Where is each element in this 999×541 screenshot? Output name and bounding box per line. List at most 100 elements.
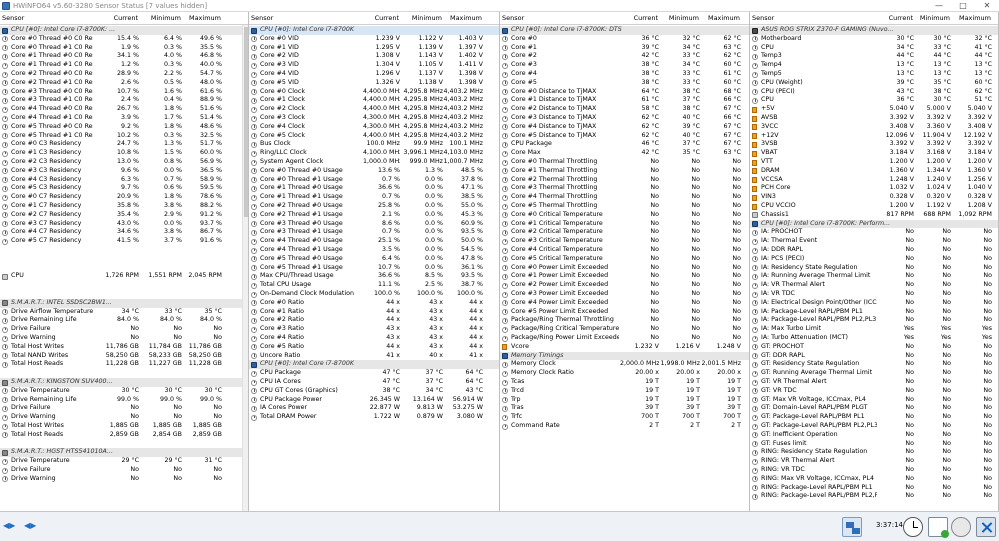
sensor-row[interactable]: GT: DDR RAPL No No No: [750, 352, 998, 361]
sensor-row[interactable]: Core #0 Critical Temperature No No No: [500, 211, 749, 220]
sensor-row[interactable]: 3VSB 3.392 V 3.392 V 3.392 V: [750, 140, 998, 149]
sensor-row[interactable]: Core #3 C3 Residency 9.6 % 0.0 % 36.5 %: [0, 167, 248, 176]
sensor-row[interactable]: Core #3 C7 Residency 43.0 % 0.0 % 93.7 %: [0, 220, 248, 229]
sensor-row[interactable]: Core #2 VID 1.308 V 1.143 V 1.402 V: [249, 52, 499, 61]
sensor-row[interactable]: Uncore Ratio 41 x 40 x 41 x: [249, 352, 499, 361]
sensor-row[interactable]: GT: Max VR Voltage, ICCmax, PL4 No No No: [750, 396, 998, 405]
column-header-minimum[interactable]: Minimum: [412, 12, 442, 25]
sensor-row[interactable]: CPU IA Cores 47 °C 37 °C 64 °C: [249, 378, 499, 387]
sensor-row[interactable]: Core #2 Clock 4,400.0 MHz 4,295.8 MHz 4,403…: [249, 105, 499, 114]
sensor-row[interactable]: Motherboard 30 °C 30 °C 32 °C: [750, 35, 998, 44]
column-header-maximum[interactable]: Maximum: [708, 12, 740, 25]
column-header-minimum[interactable]: Minimum: [669, 12, 699, 25]
sensor-row[interactable]: VIN3 0.328 V 0.320 V 0.328 V: [750, 193, 998, 202]
sensor-row[interactable]: VTT 1.200 V 1.200 V 1.200 V: [750, 158, 998, 167]
sensor-row[interactable]: CPU 34 °C 33 °C 41 °C: [750, 44, 998, 53]
sensor-row[interactable]: DRAM 1.360 V 1.344 V 1.360 V: [750, 167, 998, 176]
sensor-row[interactable]: Memory Clock 2,000.0 MHz 1,998.0 MHz 2,001.…: [500, 360, 749, 369]
sensor-row[interactable]: Core #5 C3 Residency 9.7 % 0.6 % 59.5 %: [0, 184, 248, 193]
sensor-row[interactable]: CPU 1,726 RPM 1,551 RPM 2,045 RPM: [0, 272, 248, 281]
sensor-row[interactable]: Total Host Writes 1,885 GB 1,885 GB 1,885 G…: [0, 422, 248, 431]
sensor-group-header[interactable]: S.M.A.R.T.: KINGSTON SUV400...: [0, 378, 248, 387]
column-header-sensor[interactable]: Sensor: [502, 12, 524, 25]
sensor-row[interactable]: VBAT 3.184 V 3.168 V 3.184 V: [750, 149, 998, 158]
sensor-row[interactable]: Max CPU/Thread Usage 36.6 % 8.5 % 93.5 %: [249, 272, 499, 281]
sensor-row[interactable]: RING: VR Thermal Alert No No No: [750, 457, 998, 466]
navigate-back-button[interactable]: ◀▶: [3, 520, 17, 532]
sensor-row[interactable]: Core #2 Thread #0 C0 Residency 28.9 % 2.2 …: [0, 70, 248, 79]
sensor-row[interactable]: Core #3 Thread #0 C0 Residency 10.7 % 1.6 …: [0, 88, 248, 97]
sensor-row[interactable]: On-Demand Clock Modulation 100.0 % 100.0 %…: [249, 290, 499, 299]
column-header-minimum[interactable]: Minimum: [151, 12, 181, 25]
sensor-panel-4[interactable]: Sensor Current Minimum Maximum ASUS ROG STRI…: [750, 12, 999, 511]
sensor-row[interactable]: Core #4 Thread #1 C0 Residency 3.9 % 1.7 %…: [0, 114, 248, 123]
sensor-row[interactable]: Core #2 Thread #1 C0 Residency 2.6 % 0.5 %…: [0, 79, 248, 88]
sensor-row[interactable]: Trcd 19 T 19 T 19 T: [500, 387, 749, 396]
sensor-row[interactable]: IA: Max Turbo Limit Yes Yes Yes: [750, 325, 998, 334]
sensor-row[interactable]: CPU Package 47 °C 37 °C 64 °C: [249, 369, 499, 378]
column-header[interactable]: Sensor Current Minimum Maximum: [500, 12, 749, 25]
sensor-row[interactable]: Core #0 VID 1.239 V 1.122 V 1.403 V: [249, 35, 499, 44]
sensor-row[interactable]: Core #1 C7 Residency 35.8 % 3.8 % 88.2 %: [0, 202, 248, 211]
sensor-row[interactable]: Core #5 Thread #0 Usage 6.4 % 0.0 % 47.8 %: [249, 255, 499, 264]
sensor-row[interactable]: Core #0 Thread #0 Usage 13.6 % 1.3 % 48.5 %: [249, 167, 499, 176]
sensor-row[interactable]: Core #0 Thread #1 Usage 0.7 % 0.0 % 37.8 %: [249, 176, 499, 185]
sensor-row[interactable]: IA: Turbo Attenuation (MCT) Yes Yes Yes: [750, 334, 998, 343]
sensor-row[interactable]: Core #4 Thread #0 Usage 25.1 % 0.0 % 50.0 %: [249, 237, 499, 246]
sensor-row[interactable]: Core #4 Power Limit Exceeded No No No: [500, 299, 749, 308]
sensor-row[interactable]: Core #5 Critical Temperature No No No: [500, 255, 749, 264]
sensor-row[interactable]: Core #5 Power Limit Exceeded No No No: [500, 308, 749, 317]
sensor-row[interactable]: CPU GT Cores (Graphics) 38 °C 34 °C 43 °C: [249, 387, 499, 396]
sensor-row[interactable]: Drive Warning No No No: [0, 334, 248, 343]
sensor-row[interactable]: IA: Thermal Event No No No: [750, 237, 998, 246]
sensor-panel-1[interactable]: Sensor Current Minimum Maximum CPU [#0]: Int…: [0, 12, 249, 511]
sensor-row[interactable]: Core #5 Thermal Throttling No No No: [500, 202, 749, 211]
sensor-row[interactable]: Core #3 Critical Temperature No No No: [500, 237, 749, 246]
sensor-row[interactable]: RING: Package-Level RAPL/PBM PL2,PL3 No No…: [750, 492, 998, 501]
sensor-row[interactable]: Core #4 Distance to TjMAX 62 °C 39 °C 67 °C: [500, 123, 749, 132]
sensor-row[interactable]: Core #5 Thread #0 C0 Residency 9.2 % 1.8 %…: [0, 123, 248, 132]
sensor-row[interactable]: Core #1 Ratio 44 x 43 x 44 x: [249, 308, 499, 317]
column-header-maximum[interactable]: Maximum: [189, 12, 221, 25]
navigate-forward-button[interactable]: ◀▶: [24, 520, 38, 532]
sensor-row[interactable]: Core #5 VID 1.326 V 1.138 V 1.398 V: [249, 79, 499, 88]
sensor-row[interactable]: Core #1 Thread #0 Usage 36.6 % 0.0 % 47.1 %: [249, 184, 499, 193]
sensor-panel-3[interactable]: Sensor Current Minimum Maximum CPU [#0]: Int…: [500, 12, 750, 511]
sensor-row[interactable]: Core #4 VID 1.296 V 1.137 V 1.398 V: [249, 70, 499, 79]
column-header-sensor[interactable]: Sensor: [2, 12, 24, 25]
scrollbar-thumb[interactable]: [244, 27, 248, 217]
column-header-current[interactable]: Current: [889, 12, 913, 25]
sensor-row[interactable]: IA Cores Power 22.877 W 9.813 W 53.275 W: [249, 404, 499, 413]
column-header-minimum[interactable]: Minimum: [920, 12, 950, 25]
sensor-row[interactable]: Core #0 36 °C 32 °C 62 °C: [500, 35, 749, 44]
sensor-row[interactable]: IA: DDR RAPL No No No: [750, 246, 998, 255]
sensor-row[interactable]: Core #2 Thermal Throttling No No No: [500, 176, 749, 185]
sensor-row[interactable]: IA: Package-Level RAPL/PBM PL2,PL3 No No No: [750, 316, 998, 325]
sensor-row[interactable]: Core #2 Distance to TjMAX 58 °C 38 °C 67 °C: [500, 105, 749, 114]
column-header-current[interactable]: Current: [114, 12, 138, 25]
sensor-row[interactable]: GT: Package-Level RAPL/PBM PL2,PL3 No No No: [750, 422, 998, 431]
sensor-row[interactable]: Total CPU Usage 11.1 % 2.5 % 38.7 %: [249, 281, 499, 290]
sensor-row[interactable]: Drive Remaining Life 84.0 % 84.0 % 84.0 %: [0, 316, 248, 325]
sensor-row[interactable]: Tcas 19 T 19 T 19 T: [500, 378, 749, 387]
sensor-group-header[interactable]: CPU [#0]: Intel Core i7-8700K: ...: [0, 26, 248, 35]
sensor-row[interactable]: Core #2 C3 Residency 13.0 % 0.8 % 56.9 %: [0, 158, 248, 167]
column-header-maximum[interactable]: Maximum: [450, 12, 482, 25]
sensor-row[interactable]: Core #3 VID 1.304 V 1.105 V 1.411 V: [249, 61, 499, 70]
sensor-row[interactable]: Package/Ring Thermal Throttling No No No: [500, 316, 749, 325]
sensor-group-header[interactable]: CPU [#0]: Intel Core i7-8700K: DTS: [500, 26, 749, 35]
sensor-row[interactable]: Core #3 Thread #0 Usage 8.6 % 0.0 % 60.9 %: [249, 220, 499, 229]
minimize-button[interactable]: —: [927, 0, 951, 12]
sensor-row[interactable]: RING: VR TDC No No No: [750, 466, 998, 475]
sensor-row[interactable]: Core #4 Ratio 43 x 43 x 44 x: [249, 334, 499, 343]
sensor-row[interactable]: Total Host Writes 11,786 GB 11,784 GB 11,78…: [0, 343, 248, 352]
sensor-row[interactable]: Tras 39 T 39 T 39 T: [500, 404, 749, 413]
sensor-row[interactable]: Core #3 Thermal Throttling No No No: [500, 184, 749, 193]
sensor-row[interactable]: Temp4 13 °C 13 °C 13 °C: [750, 61, 998, 70]
sensor-row[interactable]: Core #2 C7 Residency 35.4 % 2.9 % 91.2 %: [0, 211, 248, 220]
sensor-row[interactable]: Drive Failure No No No: [0, 466, 248, 475]
sensor-row[interactable]: Core #1 Thermal Throttling No No No: [500, 167, 749, 176]
sensor-row[interactable]: Core #0 Thread #1 C0 Residency 1.9 % 0.3 %…: [0, 44, 248, 53]
sensor-row[interactable]: GT: Fuses limit No No No: [750, 440, 998, 449]
sensor-row[interactable]: GT: VR Thermal Alert No No No: [750, 378, 998, 387]
